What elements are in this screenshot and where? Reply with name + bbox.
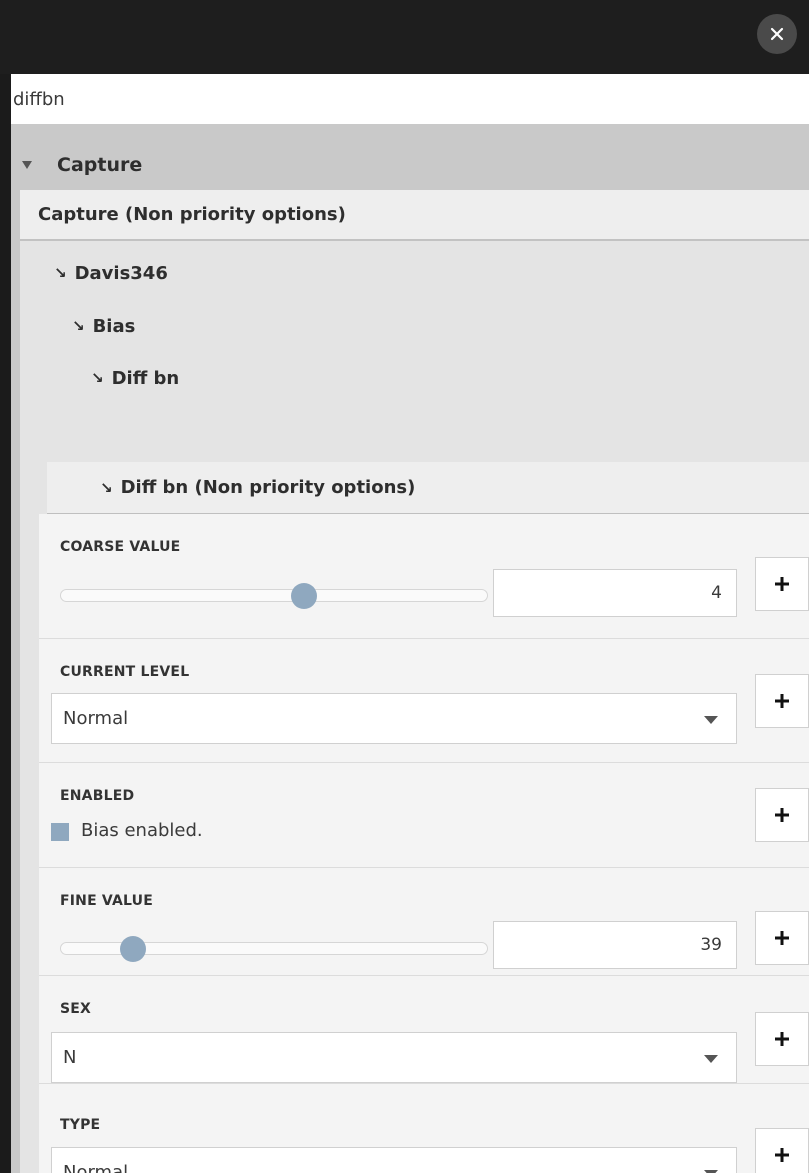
section-title: Capture xyxy=(57,154,143,176)
add-coarse-value-button[interactable] xyxy=(755,557,809,611)
coarse-value-slider-handle[interactable] xyxy=(290,583,317,609)
arrow-down-right-icon: ↘ xyxy=(91,369,104,387)
tree-item-label: Davis346 xyxy=(74,262,168,284)
tree-item-label: Bias xyxy=(92,315,136,337)
add-fine-value-button[interactable] xyxy=(755,911,809,965)
option-label: SEX xyxy=(60,1001,92,1017)
add-enabled-button[interactable] xyxy=(755,788,809,842)
subpanel-header[interactable]: Capture (Non priority options) xyxy=(20,190,809,241)
arrow-down-right-icon: ↘ xyxy=(72,317,85,335)
sex-value: N xyxy=(63,1047,77,1068)
options-panel: Capture Capture (Non priority options) ↘… xyxy=(11,124,809,1173)
arrow-down-right-icon: ↘ xyxy=(100,478,113,497)
dropdown-arrow-icon xyxy=(704,716,718,724)
plus-icon xyxy=(775,577,789,591)
plus-icon xyxy=(775,808,789,822)
option-label: FINE VALUE xyxy=(60,893,153,909)
close-icon xyxy=(770,27,784,41)
tree-item-diff-bn[interactable]: ↘ Diff bn xyxy=(91,353,179,403)
plus-icon xyxy=(775,1032,789,1046)
close-button[interactable] xyxy=(757,14,797,54)
leaf-header-label: Diff bn (Non priority options) xyxy=(120,477,416,498)
capture-subpanel: Capture (Non priority options) ↘ Davis34… xyxy=(20,190,809,1173)
tree-item-davis346[interactable]: ↘ Davis346 xyxy=(54,248,168,298)
settings-window: Capture Capture (Non priority options) ↘… xyxy=(0,0,809,1173)
title-bar xyxy=(0,0,809,74)
plus-icon xyxy=(775,1148,789,1162)
option-label: COARSE VALUE xyxy=(60,539,181,555)
fine-value-input[interactable] xyxy=(493,921,737,969)
add-type-button[interactable] xyxy=(755,1128,809,1173)
bias-enabled-checkbox[interactable] xyxy=(51,823,69,841)
option-sex: SEX N xyxy=(39,976,809,1084)
dropdown-arrow-icon xyxy=(704,1055,718,1063)
add-sex-button[interactable] xyxy=(755,1012,809,1066)
type-select[interactable]: Normal xyxy=(51,1147,737,1173)
option-label: CURRENT LEVEL xyxy=(60,664,190,680)
add-current-level-button[interactable] xyxy=(755,674,809,728)
plus-icon xyxy=(775,694,789,708)
tree-item-bias[interactable]: ↘ Bias xyxy=(72,301,135,351)
subpanel-title: Capture (Non priority options) xyxy=(38,204,346,225)
bias-enabled-label: Bias enabled. xyxy=(81,820,203,841)
tree-item-label: Diff bn xyxy=(111,367,180,389)
plus-icon xyxy=(775,931,789,945)
current-level-select[interactable]: Normal xyxy=(51,693,737,744)
option-coarse-value: COARSE VALUE xyxy=(39,514,809,639)
fine-value-slider-handle[interactable] xyxy=(119,936,146,962)
option-type: TYPE Normal xyxy=(39,1084,809,1173)
search-input[interactable] xyxy=(11,74,809,124)
sex-select[interactable]: N xyxy=(51,1032,737,1083)
current-level-value: Normal xyxy=(63,708,129,729)
option-fine-value: FINE VALUE xyxy=(39,868,809,976)
option-label: ENABLED xyxy=(60,788,135,804)
option-enabled: ENABLED Bias enabled. xyxy=(39,763,809,868)
arrow-down-right-icon: ↘ xyxy=(54,264,67,282)
capture-section-header[interactable]: Capture xyxy=(11,140,809,190)
coarse-value-input[interactable] xyxy=(493,569,737,617)
coarse-value-slider[interactable] xyxy=(60,589,488,602)
caret-down-icon xyxy=(22,161,32,169)
leaf-header-diff-bn-non-priority[interactable]: ↘ Diff bn (Non priority options) xyxy=(47,462,809,515)
options-list: COARSE VALUE CURRENT LEVEL Normal xyxy=(39,514,809,1173)
type-value: Normal xyxy=(63,1162,129,1173)
option-label: TYPE xyxy=(60,1117,101,1133)
option-current-level: CURRENT LEVEL Normal xyxy=(39,639,809,763)
